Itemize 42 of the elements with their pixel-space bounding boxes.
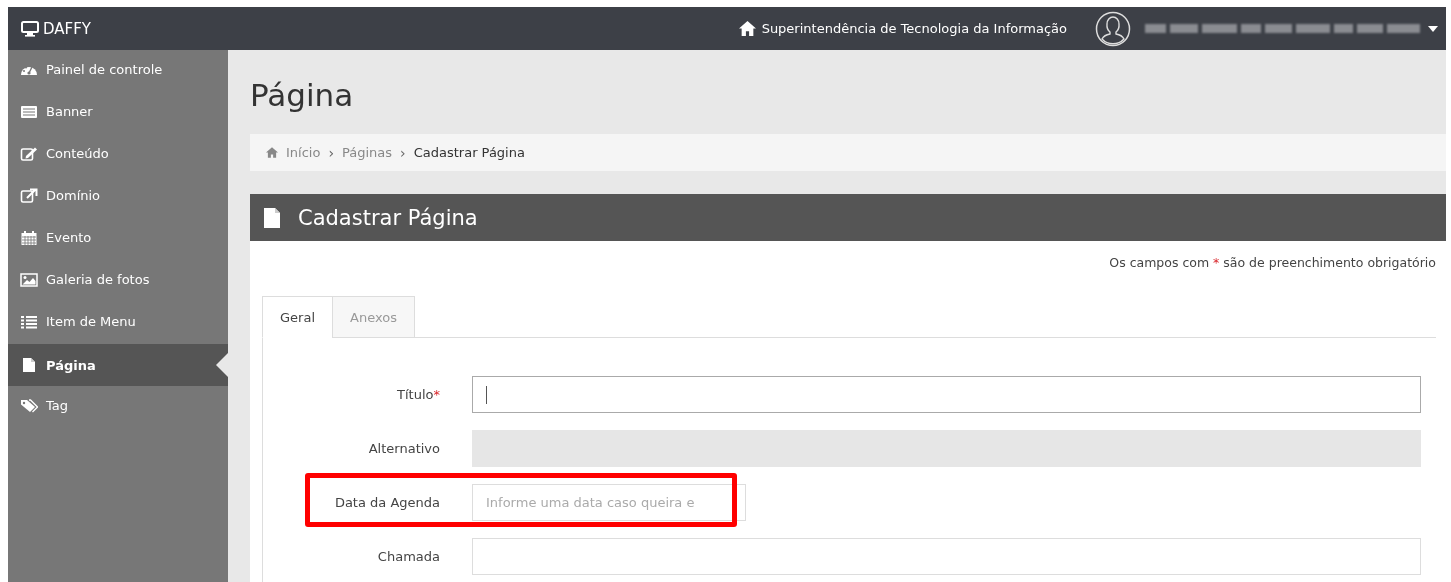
tab[interactable]: Anexos	[332, 296, 415, 338]
breadcrumb-link[interactable]: Início	[286, 145, 321, 160]
input-field[interactable]: Informe uma data caso queira e	[472, 484, 746, 521]
sidebar-item[interactable]: Domínio	[8, 176, 228, 218]
app-name: DAFFY	[43, 19, 91, 38]
field-label: Chamada	[376, 549, 440, 564]
breadcrumb-separator: ›	[400, 144, 406, 161]
monitor-icon	[21, 20, 39, 37]
sidebar-item[interactable]: Evento	[8, 218, 228, 260]
field-label: Alternativo	[367, 441, 440, 456]
breadcrumb-link[interactable]: Páginas	[342, 145, 393, 160]
file-icon	[262, 206, 282, 229]
edit-icon	[20, 146, 38, 162]
panel-title: Cadastrar Página	[298, 205, 478, 230]
sidebar-item[interactable]: Item de Menu	[8, 302, 228, 344]
home-icon	[738, 21, 756, 36]
required-note: Os campos com * são de preenchimento obrigatório	[1109, 255, 1436, 272]
tab[interactable]: Geral	[262, 296, 333, 338]
avatar-icon[interactable]	[1095, 10, 1131, 47]
page-title: Página	[250, 76, 355, 114]
tag-icon	[20, 398, 38, 414]
field-label: Data da Agenda	[333, 495, 440, 510]
external-link-icon	[20, 188, 38, 204]
file-icon	[20, 357, 38, 373]
sidebar-item[interactable]: Conteúdo	[8, 134, 228, 176]
sidebar-item[interactable]: Tag	[8, 386, 228, 428]
sidebar-item[interactable]: Página	[8, 344, 228, 386]
caret-icon[interactable]	[1428, 25, 1438, 32]
menu-icon	[20, 314, 38, 330]
input-field[interactable]	[472, 376, 1421, 413]
sidebar-item[interactable]: Banner	[8, 92, 228, 134]
blurred-user-name[interactable]	[1145, 24, 1420, 33]
home-icon	[266, 147, 278, 158]
organization-link[interactable]: Superintendência de Tecnologia da Informação	[761, 21, 1067, 36]
calendar-icon	[20, 230, 38, 246]
breadcrumb-separator: ›	[328, 144, 334, 161]
field-label: Título*	[396, 387, 440, 402]
image-icon	[20, 272, 38, 288]
sidebar-item[interactable]: Galeria de fotos	[8, 260, 228, 302]
list-icon	[20, 104, 38, 120]
breadcrumb-current: Cadastrar Página	[413, 145, 525, 160]
sidebar-item[interactable]: Painel de controle	[8, 50, 228, 92]
